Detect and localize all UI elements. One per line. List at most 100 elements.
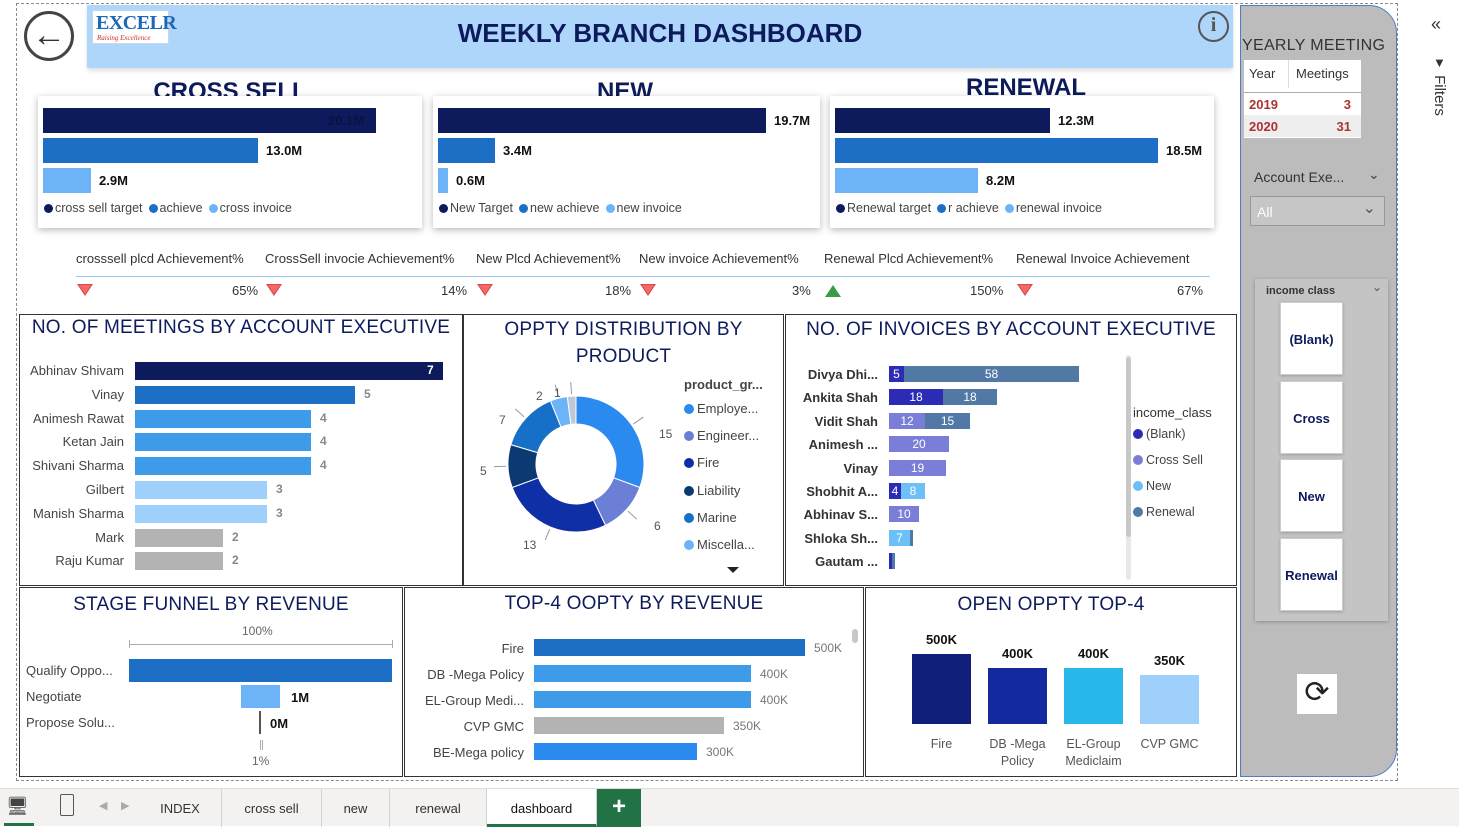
product-legend-item[interactable]: Miscella... (684, 537, 755, 552)
invoice-bar-segment[interactable]: 18 (889, 389, 943, 405)
oppty-revenue-bar[interactable] (534, 665, 751, 682)
product-legend-item[interactable]: Liability (684, 483, 740, 498)
meeting-bar[interactable] (135, 481, 267, 499)
income-class-legend-item[interactable]: Renewal (1133, 505, 1195, 519)
invoice-exec-label: Vidit Shah (815, 414, 878, 429)
meeting-bar[interactable] (135, 529, 223, 547)
tab-new[interactable]: new (322, 789, 390, 827)
funnel-stage-label: Qualify Oppo... (26, 663, 113, 678)
oppty-revenue-bar[interactable] (534, 691, 751, 708)
invoice-bar-segment[interactable] (892, 553, 895, 569)
desktop-layout-icon[interactable]: 🖥 (6, 796, 29, 817)
chevron-down-icon[interactable]: ⌄ (1368, 166, 1380, 183)
legend-item[interactable]: Renewal target (836, 201, 931, 215)
kpi-bar[interactable] (438, 168, 448, 193)
kpi-bar[interactable] (43, 168, 91, 193)
mobile-layout-icon[interactable] (60, 794, 74, 816)
meeting-bar[interactable] (135, 386, 355, 404)
kpi-bar[interactable] (438, 108, 766, 133)
donut-slice[interactable] (512, 478, 605, 532)
invoice-bar-segment[interactable]: 18 (943, 389, 997, 405)
funnel-bar[interactable] (129, 659, 392, 682)
meeting-bar[interactable] (135, 433, 311, 451)
invoice-bar-segment[interactable]: 8 (901, 483, 925, 499)
chevron-down-icon[interactable]: ⌄ (1372, 280, 1382, 294)
legend-scroll-down-icon[interactable] (727, 567, 739, 573)
meeting-bar[interactable] (135, 362, 443, 380)
kpi-divider (76, 276, 1210, 277)
invoice-bar-segment[interactable]: 4 (889, 483, 901, 499)
invoice-bar-segment[interactable]: 20 (889, 436, 949, 452)
invoice-bar-segment[interactable]: 58 (904, 366, 1079, 382)
yearly-meeting-table: Year Meetings 2019 3 2020 31 (1244, 60, 1361, 138)
meeting-bar[interactable] (135, 410, 311, 428)
invoice-exec-label: Shobhit A... (806, 484, 878, 499)
oppty-donut-chart[interactable]: 156135721 (464, 375, 674, 575)
legend-item[interactable]: renewal invoice (1005, 201, 1102, 215)
top4-scrollbar[interactable] (852, 629, 858, 643)
legend-item[interactable]: cross invoice (209, 201, 292, 215)
slicer-option-button[interactable]: (Blank) (1280, 302, 1343, 375)
product-legend-item[interactable]: Engineer... (684, 428, 759, 443)
open-oppty-column[interactable] (988, 668, 1047, 724)
oppty-revenue-bar[interactable] (534, 717, 724, 734)
info-icon[interactable]: i (1198, 11, 1229, 42)
tab-dashboard[interactable]: dashboard (487, 789, 597, 827)
legend-item[interactable]: new achieve (519, 201, 600, 215)
slicer-option-button[interactable]: New (1280, 459, 1343, 532)
slice-leader-line (545, 529, 550, 540)
next-page-icon[interactable]: ▶ (121, 799, 129, 812)
kpi-bar[interactable] (835, 108, 1050, 133)
legend-item[interactable]: New Target (439, 201, 513, 215)
open-oppty-column[interactable] (912, 654, 971, 724)
prev-page-icon[interactable]: ◀ (99, 799, 107, 812)
account-exec-dropdown[interactable]: All ⌄ (1250, 196, 1385, 226)
stage-funnel-panel: STAGE FUNNEL BY REVENUE 100%Qualify Oppo… (19, 587, 403, 777)
legend-item[interactable]: achieve (149, 201, 203, 215)
income-class-legend-item[interactable]: New (1133, 479, 1171, 493)
tab-renewal[interactable]: renewal (390, 789, 487, 827)
open-oppty-column[interactable] (1140, 675, 1199, 724)
invoice-bar-segment[interactable]: 10 (889, 506, 919, 522)
oppty-revenue-bar[interactable] (534, 639, 805, 656)
funnel-bar[interactable] (241, 685, 280, 708)
kpi-bar[interactable] (438, 138, 495, 163)
kpi-bar[interactable] (43, 108, 376, 133)
legend-item[interactable]: cross sell target (44, 201, 143, 215)
invoices-scrollbar[interactable] (1126, 355, 1131, 580)
collapse-filters-icon[interactable]: « (1431, 14, 1441, 35)
invoice-bar-segment[interactable]: 12 (889, 413, 925, 429)
open-oppty-column[interactable] (1064, 668, 1123, 724)
meeting-bar[interactable] (135, 457, 311, 475)
product-legend-item[interactable]: Employe... (684, 401, 758, 416)
invoice-bar-segment[interactable]: 5 (889, 366, 904, 382)
invoice-bar-segment[interactable] (910, 530, 913, 546)
invoice-bar-segment[interactable]: 7 (889, 530, 910, 546)
meeting-bar[interactable] (135, 552, 223, 570)
product-legend-item[interactable]: Marine (684, 510, 737, 525)
income-class-legend-item[interactable]: Cross Sell (1133, 453, 1203, 467)
back-arrow-icon[interactable]: ← (24, 11, 74, 61)
tab-cross-sell[interactable]: cross sell (222, 789, 322, 827)
legend-item[interactable]: r achieve (937, 201, 999, 215)
kpi-bar[interactable] (835, 138, 1158, 163)
legend-dot-icon (1133, 429, 1143, 439)
invoice-bar-segment[interactable]: 15 (925, 413, 970, 429)
legend-item[interactable]: new invoice (606, 201, 682, 215)
donut-slice[interactable] (576, 396, 644, 487)
add-page-button[interactable]: + (597, 789, 641, 827)
oppty-revenue-bar[interactable] (534, 743, 697, 760)
kpi-bar[interactable] (835, 168, 978, 193)
income-class-legend-item[interactable]: (Blank) (1133, 427, 1186, 441)
slicer-option-button[interactable]: Cross Sell (1280, 381, 1343, 454)
invoice-bar-segment[interactable]: 19 (889, 460, 946, 476)
meeting-bar[interactable] (135, 505, 267, 523)
product-legend-item[interactable]: Fire (684, 455, 719, 470)
status-down-icon (1017, 284, 1033, 296)
filters-pane-toggle[interactable]: ▼ Filters (1427, 55, 1455, 135)
funnel-bar[interactable] (259, 711, 261, 734)
tab-index[interactable]: INDEX (139, 789, 222, 827)
slicer-option-button[interactable]: Renewal (1280, 538, 1343, 611)
refresh-icon[interactable]: ⟳ (1297, 674, 1337, 714)
kpi-bar[interactable] (43, 138, 258, 163)
